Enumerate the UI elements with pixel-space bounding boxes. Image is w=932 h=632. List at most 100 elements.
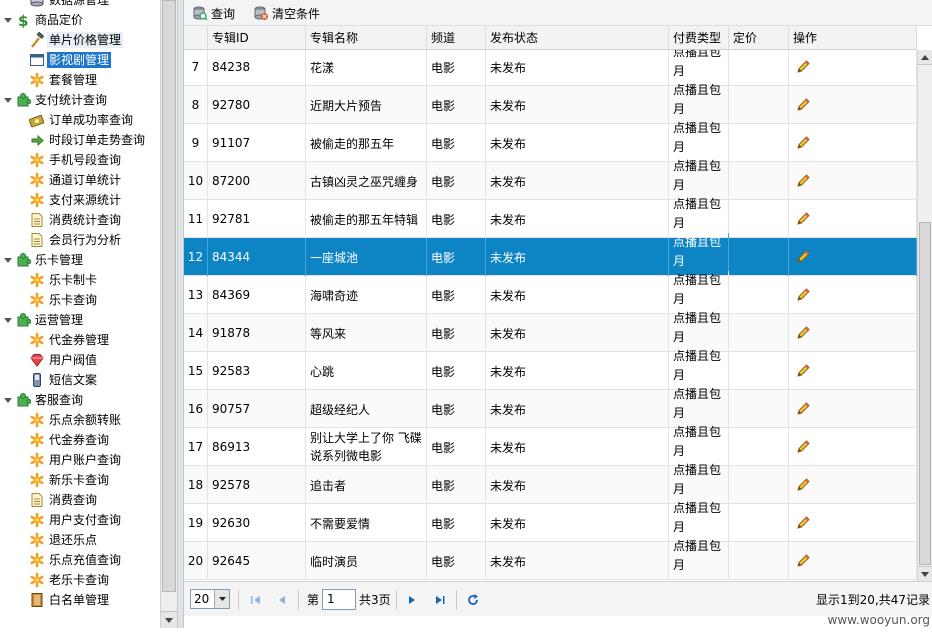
sidebar-item[interactable]: 用户账户查询 — [29, 450, 123, 470]
sidebar-item[interactable]: 订单成功率查询 — [29, 110, 135, 130]
table-row[interactable]: 16 90757 超级经纪人 电影 未发布 点播且包月 — [184, 385, 917, 428]
publish-status-cell: 未发布 — [486, 352, 669, 390]
star-icon — [29, 332, 45, 348]
sidebar-item[interactable]: 支付来源统计 — [29, 190, 123, 210]
table-row[interactable]: 7 84238 花漾 电影 未发布 点播且包月 — [184, 50, 917, 86]
collapse-icon[interactable] — [3, 255, 13, 265]
phone-icon — [29, 372, 45, 388]
sidebar-item[interactable]: 代金券管理 — [29, 330, 111, 350]
clear-conditions-button[interactable]: 清空条件 — [253, 4, 320, 22]
header-publish-status[interactable]: 发布状态 — [486, 26, 669, 50]
sidebar-item[interactable]: 乐点余额转账 — [29, 410, 123, 430]
header-album-id[interactable]: 专辑ID — [208, 26, 306, 50]
edit-pencil-icon[interactable] — [795, 135, 811, 151]
sidebar-item[interactable]: 消费统计查询 — [29, 210, 123, 230]
album-id-cell: 92583 — [208, 352, 306, 390]
next-page-icon[interactable] — [404, 592, 420, 608]
sidebar-item[interactable]: 手机号段查询 — [29, 150, 123, 170]
query-button[interactable]: 查询 — [192, 4, 235, 22]
sidebar-item[interactable]: 用户阀值 — [29, 350, 99, 370]
star-icon — [29, 412, 45, 428]
grid-scroll-up-button[interactable] — [918, 50, 932, 65]
sidebar-item[interactable]: 乐卡查询 — [29, 290, 99, 310]
edit-pencil-icon[interactable] — [795, 515, 811, 531]
page-number-input[interactable]: 1 — [322, 589, 356, 610]
sidebar-item[interactable]: 白名单管理 — [29, 590, 111, 610]
first-page-icon[interactable] — [248, 592, 264, 608]
grid-scrollbar-thumb[interactable] — [919, 222, 931, 565]
edit-pencil-icon[interactable] — [795, 363, 811, 379]
sidebar-item[interactable]: 新乐卡查询 — [29, 470, 111, 490]
sidebar-item[interactable]: 单片价格管理 — [29, 30, 124, 50]
grid-scroll-down-button[interactable] — [918, 566, 932, 581]
collapse-icon[interactable] — [3, 95, 13, 105]
sidebar-item[interactable]: 退还乐点 — [29, 530, 99, 550]
sidebar-item[interactable]: 通道订单统计 — [29, 170, 123, 190]
sidebar-item[interactable]: 短信文案 — [29, 370, 99, 390]
row-number: 15 — [184, 352, 208, 390]
table-row[interactable]: 12 84344 一座城池 电影 未发布 点播且包月 — [184, 233, 917, 276]
sidebar-item[interactable]: 运营管理 — [3, 310, 85, 330]
edit-pencil-icon[interactable] — [795, 97, 811, 113]
sidebar-scroll-down-button[interactable] — [161, 611, 177, 628]
sidebar-item[interactable]: 数据源管理 — [29, 0, 111, 10]
table-row[interactable]: 11 92781 被偷走的那五年特辑 电影 未发布 点播且包月 — [184, 195, 917, 238]
table-row[interactable]: 15 92583 心跳 电影 未发布 点播且包月 — [184, 347, 917, 390]
sidebar-item[interactable]: 乐卡制卡 — [29, 270, 99, 290]
sidebar-item[interactable]: 老乐卡查询 — [29, 570, 111, 590]
sidebar-item-label: 支付来源统计 — [49, 193, 122, 207]
refresh-icon[interactable] — [465, 592, 481, 608]
sidebar-item[interactable]: 消费查询 — [29, 490, 99, 510]
header-album-name[interactable]: 专辑名称 — [306, 26, 427, 50]
sidebar-item[interactable]: 代金券查询 — [29, 430, 111, 450]
sidebar-item[interactable]: 支付统计查询 — [3, 90, 109, 110]
edit-pencil-icon[interactable] — [795, 439, 811, 455]
sidebar-item[interactable]: 套餐管理 — [29, 70, 99, 90]
edit-pencil-icon[interactable] — [795, 59, 811, 75]
sidebar-scrollbar[interactable] — [160, 0, 177, 628]
edit-pencil-icon[interactable] — [795, 249, 811, 265]
table-row[interactable]: 13 84369 海啸奇迹 电影 未发布 点播且包月 — [184, 271, 917, 314]
prev-page-icon[interactable] — [274, 592, 290, 608]
header-price[interactable]: 定价 — [729, 26, 789, 50]
chevron-down-icon[interactable] — [214, 590, 229, 608]
sidebar-scrollbar-thumb[interactable] — [162, 0, 176, 592]
edit-pencil-icon[interactable] — [795, 477, 811, 493]
row-number: 8 — [184, 86, 208, 124]
row-number: 7 — [184, 50, 208, 86]
collapse-icon[interactable] — [3, 395, 13, 405]
table-row[interactable]: 19 92630 不需要爱情 电影 未发布 点播且包月 — [184, 499, 917, 542]
sidebar-item[interactable]: 乐卡管理 — [3, 250, 85, 270]
table-row[interactable]: 9 91107 被偷走的那五年 电影 未发布 点播且包月 — [184, 119, 917, 162]
table-row[interactable]: 10 87200 古镇凶灵之巫咒缠身 电影 未发布 点播且包月 — [184, 157, 917, 200]
edit-pencil-icon[interactable] — [795, 211, 811, 227]
sidebar-item-label: 客服查询 — [35, 393, 84, 407]
page-size-select[interactable]: 20 — [190, 589, 230, 609]
collapse-icon[interactable] — [3, 315, 13, 325]
table-row[interactable]: 17 86913 别让大学上了你 飞碟说系列微电影 电影 未发布 点播且包月 — [184, 423, 917, 466]
sidebar-item[interactable]: 影视剧管理 — [29, 50, 112, 70]
sidebar-item[interactable]: 乐点充值查询 — [29, 550, 123, 570]
sidebar-item[interactable]: 用户支付查询 — [29, 510, 123, 530]
puzzle-icon — [15, 392, 31, 408]
grid-scrollbar[interactable] — [917, 50, 932, 581]
sidebar-item[interactable]: 时段订单走势查询 — [29, 130, 147, 150]
sidebar-item[interactable]: 会员行为分析 — [29, 230, 123, 250]
table-row[interactable]: 18 92578 追击者 电影 未发布 点播且包月 — [184, 461, 917, 504]
collapse-icon[interactable] — [3, 15, 13, 25]
edit-pencil-icon[interactable] — [795, 401, 811, 417]
header-pay-type[interactable]: 付费类型 — [669, 26, 729, 50]
edit-pencil-icon[interactable] — [795, 173, 811, 189]
header-channel[interactable]: 频道 — [427, 26, 486, 50]
table-row[interactable]: 20 92645 临时演员 电影 未发布 点播且包月 — [184, 537, 917, 580]
edit-pencil-icon[interactable] — [795, 325, 811, 341]
sidebar-item[interactable]: 客服查询 — [3, 390, 85, 410]
last-page-icon[interactable] — [432, 592, 448, 608]
sidebar-item[interactable]: $ 商品定价 — [3, 10, 85, 30]
panel-splitter[interactable] — [177, 0, 184, 628]
edit-pencil-icon[interactable] — [795, 287, 811, 303]
edit-pencil-icon[interactable] — [795, 553, 811, 569]
star-icon — [29, 452, 45, 468]
table-row[interactable]: 8 92780 近期大片预告 电影 未发布 点播且包月 — [184, 81, 917, 124]
table-row[interactable]: 14 91878 等风来 电影 未发布 点播且包月 — [184, 309, 917, 352]
